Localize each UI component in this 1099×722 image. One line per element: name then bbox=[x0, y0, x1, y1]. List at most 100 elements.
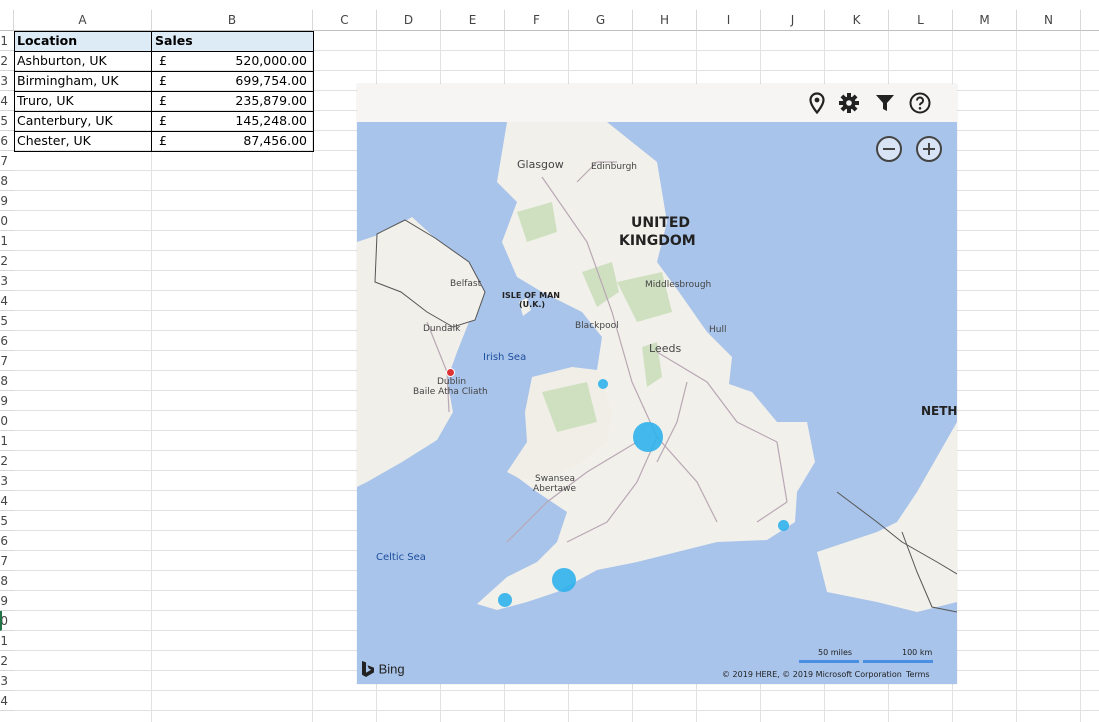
cell-sales[interactable]: 145,248.00 bbox=[176, 111, 313, 131]
cell-b1-sales-header[interactable]: Sales bbox=[152, 31, 313, 51]
cell-a1-location-header[interactable]: Location bbox=[14, 31, 152, 51]
row-header[interactable]: 31 bbox=[0, 631, 14, 651]
row-header[interactable]: 18 bbox=[0, 371, 14, 391]
row-number: 25 bbox=[0, 514, 8, 528]
row-header[interactable]: 9 bbox=[0, 191, 14, 211]
cell-currency[interactable]: £ bbox=[156, 131, 176, 151]
scale-km-label: 100 km bbox=[902, 648, 933, 657]
row-header[interactable]: 22 bbox=[0, 451, 14, 471]
select-all-corner[interactable] bbox=[0, 10, 14, 31]
column-header-l[interactable]: L bbox=[889, 10, 953, 31]
column-header-h[interactable]: H bbox=[633, 10, 697, 31]
map-label-hull: Hull bbox=[709, 325, 727, 335]
column-header-a[interactable]: A bbox=[14, 10, 152, 31]
row-header[interactable]: 26 bbox=[0, 531, 14, 551]
cell-location[interactable]: Chester, UK bbox=[14, 131, 152, 151]
column-header-g[interactable]: G bbox=[569, 10, 633, 31]
row-number: 17 bbox=[0, 354, 8, 368]
row-header[interactable]: 12 bbox=[0, 251, 14, 271]
row-number: 24 bbox=[0, 494, 8, 508]
column-header-j[interactable]: J bbox=[761, 10, 825, 31]
cell-currency[interactable]: £ bbox=[156, 91, 176, 111]
row-header[interactable]: 6 bbox=[0, 131, 14, 151]
cell-sales[interactable]: 699,754.00 bbox=[176, 71, 313, 91]
row-number: 19 bbox=[0, 394, 8, 408]
scale-bar-km bbox=[863, 660, 933, 663]
row-header[interactable]: 1 bbox=[0, 31, 14, 51]
row-header[interactable]: 10 bbox=[0, 211, 14, 231]
row-header[interactable]: 5 bbox=[0, 111, 14, 131]
row-header[interactable]: 34 bbox=[0, 691, 14, 711]
row-header[interactable]: 20 bbox=[0, 411, 14, 431]
column-header-m[interactable]: M bbox=[953, 10, 1017, 31]
cell-location[interactable]: Truro, UK bbox=[14, 91, 152, 111]
row-header[interactable]: 3 bbox=[0, 71, 14, 91]
filter-icon[interactable] bbox=[874, 92, 896, 114]
map-canvas[interactable]: Glasgow Edinburgh UNITED KINGDOM Belfast… bbox=[357, 122, 957, 684]
cell-currency[interactable]: £ bbox=[156, 51, 176, 71]
cell-sales[interactable]: 520,000.00 bbox=[176, 51, 313, 71]
gridline bbox=[14, 710, 1099, 711]
row-header[interactable]: 17 bbox=[0, 351, 14, 371]
column-header-b[interactable]: B bbox=[152, 10, 313, 31]
row-header[interactable]: 23 bbox=[0, 471, 14, 491]
row-header[interactable]: 19 bbox=[0, 391, 14, 411]
map-chart[interactable]: Glasgow Edinburgh UNITED KINGDOM Belfast… bbox=[357, 84, 957, 684]
cell-sales[interactable]: 87,456.00 bbox=[176, 131, 313, 151]
cell-currency[interactable]: £ bbox=[156, 111, 176, 131]
zoom-out-button[interactable] bbox=[876, 136, 902, 162]
cell-location[interactable]: Ashburton, UK bbox=[14, 51, 152, 71]
bubble-canterbury[interactable] bbox=[778, 520, 789, 531]
scale-miles-label: 50 miles bbox=[818, 648, 853, 657]
row-number: 9 bbox=[0, 194, 8, 208]
bing-label: Bing bbox=[378, 661, 405, 677]
gridline bbox=[14, 690, 1099, 691]
row-header[interactable]: 2 bbox=[0, 51, 14, 71]
bubble-chester[interactable] bbox=[598, 379, 608, 389]
column-header-e[interactable]: E bbox=[441, 10, 505, 31]
bubble-birmingham[interactable] bbox=[633, 422, 663, 452]
row-header[interactable]: 13 bbox=[0, 271, 14, 291]
terms-link[interactable]: Terms bbox=[906, 670, 930, 679]
row-header[interactable]: 14 bbox=[0, 291, 14, 311]
row-header[interactable]: 25 bbox=[0, 511, 14, 531]
row-header[interactable]: 32 bbox=[0, 651, 14, 671]
row-header[interactable]: 21 bbox=[0, 431, 14, 451]
zoom-in-button[interactable] bbox=[916, 136, 942, 162]
gear-icon[interactable] bbox=[838, 92, 860, 114]
column-header-i[interactable]: I bbox=[697, 10, 761, 31]
row-header[interactable]: 7 bbox=[0, 151, 14, 171]
row-header[interactable]: 33 bbox=[0, 671, 14, 691]
bubble-truro[interactable] bbox=[498, 593, 512, 607]
cell-sales[interactable]: 235,879.00 bbox=[176, 91, 313, 111]
row-header[interactable]: 11 bbox=[0, 231, 14, 251]
cell-currency[interactable]: £ bbox=[156, 71, 176, 91]
help-icon[interactable] bbox=[909, 92, 931, 114]
row-header[interactable]: 29 bbox=[0, 591, 14, 611]
copyright-text: © 2019 HERE, © 2019 Microsoft Corporatio… bbox=[722, 670, 902, 679]
map-label-abertawe: Abertawe bbox=[533, 484, 577, 494]
row-number: 30 bbox=[0, 614, 8, 628]
row-number: 34 bbox=[0, 694, 8, 708]
cell-location[interactable]: Birmingham, UK bbox=[14, 71, 152, 91]
column-header-c[interactable]: C bbox=[313, 10, 377, 31]
row-header[interactable]: 4 bbox=[0, 91, 14, 111]
bing-logo[interactable]: Bing bbox=[361, 660, 405, 678]
map-label-baile-atha-cliath: Baile Atha Cliath bbox=[413, 387, 488, 397]
row-header[interactable]: 30 bbox=[0, 611, 14, 631]
map-label-irish-sea: Irish Sea bbox=[483, 352, 527, 363]
row-header[interactable]: 15 bbox=[0, 311, 14, 331]
location-pin-icon[interactable] bbox=[806, 92, 828, 114]
column-header-d[interactable]: D bbox=[377, 10, 441, 31]
column-header-f[interactable]: F bbox=[505, 10, 569, 31]
row-header[interactable]: 28 bbox=[0, 571, 14, 591]
row-header[interactable]: 27 bbox=[0, 551, 14, 571]
row-header[interactable]: 8 bbox=[0, 171, 14, 191]
row-header[interactable]: 24 bbox=[0, 491, 14, 511]
row-number: 5 bbox=[0, 114, 8, 128]
column-header-k[interactable]: K bbox=[825, 10, 889, 31]
bubble-ashburton[interactable] bbox=[552, 568, 576, 592]
row-header[interactable]: 16 bbox=[0, 331, 14, 351]
column-header-n[interactable]: N bbox=[1017, 10, 1081, 31]
cell-location[interactable]: Canterbury, UK bbox=[14, 111, 152, 131]
